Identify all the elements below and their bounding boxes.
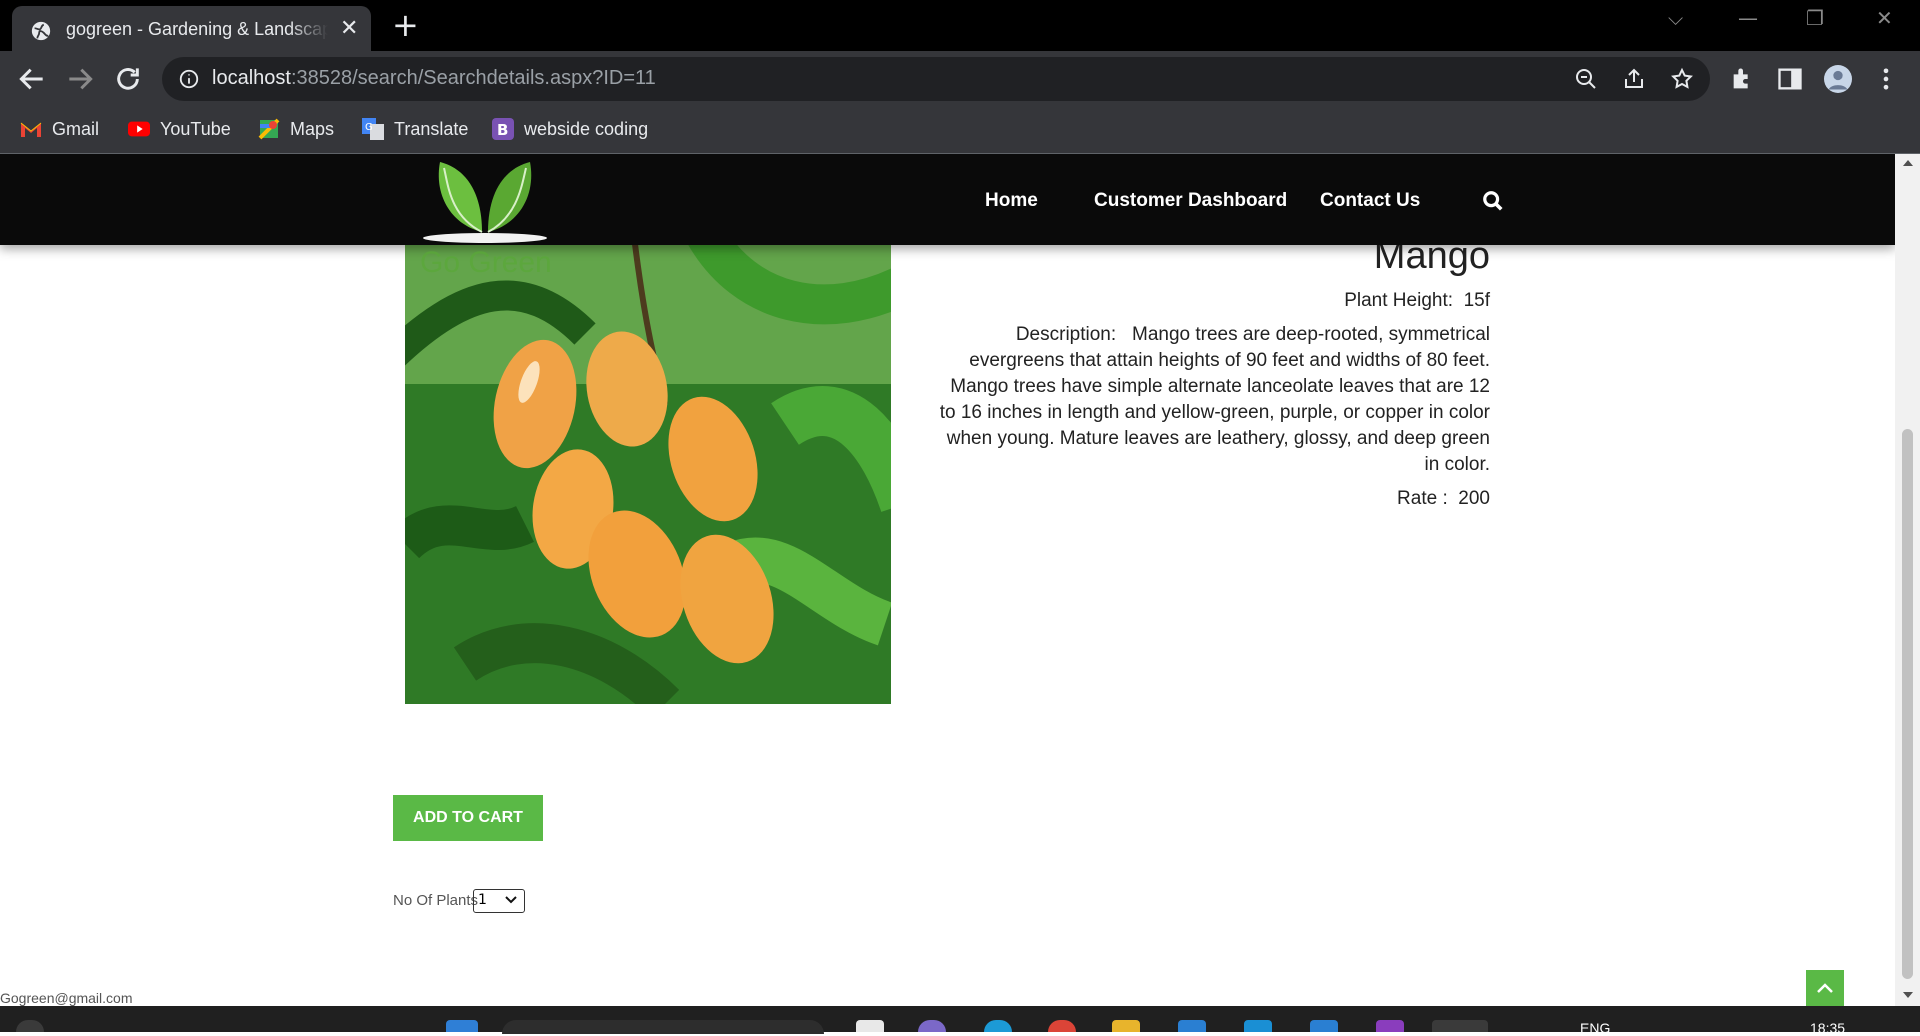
bookmark-webside-coding[interactable]: B webside coding — [492, 115, 648, 143]
url-text[interactable]: localhost:38528/search/Searchdetails.asp… — [212, 67, 656, 90]
svg-text:B: B — [497, 121, 508, 139]
bookmark-gmail[interactable]: Gmail — [20, 115, 99, 143]
site-header: Home Customer Dashboard Contact Us — [0, 154, 1895, 245]
scroll-up-arrow-icon[interactable] — [1902, 158, 1914, 168]
language-indicator[interactable]: ENG — [1580, 1020, 1610, 1036]
url-path: :38528/search/Searchdetails.aspx?ID=11 — [290, 67, 656, 89]
nav-customer-dashboard[interactable]: Customer Dashboard — [1094, 190, 1287, 212]
product-details: Mango Plant Height: 15f Description: Man… — [930, 234, 1490, 520]
back-icon[interactable] — [16, 63, 48, 95]
chrome-icon[interactable] — [1048, 1020, 1076, 1032]
bookmark-youtube[interactable]: YouTube — [128, 115, 231, 143]
gmail-icon — [20, 118, 42, 140]
bookmark-label: YouTube — [160, 118, 231, 139]
visual-studio-icon[interactable] — [1376, 1020, 1404, 1032]
forward-icon[interactable] — [64, 63, 96, 95]
widgets-icon[interactable] — [16, 1020, 44, 1032]
profile-avatar-icon[interactable] — [1824, 65, 1852, 93]
svg-text:G: G — [365, 122, 373, 133]
windows-taskbar: ENG 18:35 — [0, 1006, 1920, 1036]
plant-height-value: 15f — [1463, 290, 1490, 311]
maps-icon — [258, 118, 280, 140]
quantity-value: 1 — [478, 892, 487, 908]
youtube-icon — [128, 118, 150, 140]
bootstrap-icon: B — [492, 118, 514, 140]
bookmark-maps[interactable]: Maps — [258, 115, 334, 143]
new-tab-icon[interactable]: + — [392, 8, 419, 42]
chevron-down-icon — [505, 896, 517, 904]
start-icon[interactable] — [446, 1020, 478, 1032]
minimize-icon[interactable]: — — [1738, 6, 1758, 30]
bookmark-label: Translate — [394, 118, 469, 139]
plant-height-label: Plant Height: — [1344, 290, 1454, 311]
bookmark-star-icon[interactable] — [1670, 67, 1694, 91]
rate-value: 200 — [1458, 488, 1490, 509]
extensions-icon[interactable] — [1729, 65, 1757, 93]
page-viewport: Home Customer Dashboard Contact Us Go Gr… — [0, 154, 1895, 1006]
app-icon[interactable] — [1310, 1020, 1338, 1032]
chevron-up-icon — [1817, 983, 1833, 993]
side-panel-icon[interactable] — [1776, 65, 1804, 93]
search-icon[interactable] — [1482, 190, 1504, 212]
file-icon[interactable] — [856, 1020, 884, 1032]
page-scrollbar[interactable] — [1895, 154, 1920, 1006]
scrollbar-thumb[interactable] — [1902, 429, 1913, 979]
product-image-mango — [405, 244, 891, 704]
zoom-icon[interactable] — [1574, 67, 1598, 91]
plant-height-row: Plant Height: 15f — [930, 288, 1490, 314]
quantity-select[interactable]: 1 — [473, 889, 525, 913]
quantity-label: No Of Plants — [393, 892, 479, 909]
nav-contact-us[interactable]: Contact Us — [1320, 190, 1420, 212]
teams-icon[interactable] — [918, 1020, 946, 1032]
share-icon[interactable] — [1622, 67, 1646, 91]
close-tab-icon[interactable]: ✕ — [340, 17, 358, 41]
active-app-icon[interactable] — [1432, 1020, 1488, 1032]
reload-icon[interactable] — [112, 63, 144, 95]
tab-title: gogreen - Gardening & Landscaping — [66, 19, 328, 39]
file-explorer-icon[interactable] — [1112, 1020, 1140, 1032]
add-to-cart-button[interactable]: ADD TO CART — [393, 795, 543, 841]
bookmarks-bar: Gmail YouTube Maps G Translate B webside… — [0, 107, 1920, 154]
site-info-icon[interactable] — [178, 68, 200, 90]
browser-tab[interactable]: gogreen - Gardening & Landscaping ✕ — [12, 6, 371, 51]
globe-icon — [31, 21, 51, 41]
edge-icon[interactable] — [984, 1020, 1012, 1032]
store-icon[interactable] — [1244, 1020, 1272, 1032]
clock[interactable]: 18:35 — [1810, 1020, 1845, 1036]
tab-search-icon[interactable]: ⌵ — [1668, 6, 1683, 30]
close-window-icon[interactable]: ✕ — [1876, 6, 1893, 30]
bookmark-label: webside coding — [524, 118, 649, 139]
bookmark-label: Maps — [290, 118, 335, 139]
chrome-menu-icon[interactable] — [1872, 65, 1900, 93]
browser-tab-strip: gogreen - Gardening & Landscaping ✕ + ⌵ … — [0, 0, 1920, 51]
translate-icon: G — [362, 118, 384, 140]
rate-label: Rate : — [1397, 488, 1448, 509]
browser-toolbar: localhost:38528/search/Searchdetails.asp… — [0, 51, 1920, 107]
description-row: Description: Mango trees are deep-rooted… — [930, 322, 1490, 478]
address-bar[interactable]: localhost:38528/search/Searchdetails.asp… — [162, 57, 1710, 101]
description-text: Mango trees are deep-rooted, symmetrical… — [939, 324, 1490, 475]
scroll-down-arrow-icon[interactable] — [1902, 990, 1914, 1000]
nav-home[interactable]: Home — [985, 190, 1038, 212]
logo-text: Go Green — [420, 246, 552, 279]
mail-icon[interactable] — [1178, 1020, 1206, 1032]
go-green-logo[interactable] — [420, 154, 550, 244]
restore-icon[interactable]: ❐ — [1806, 6, 1824, 30]
url-host: localhost — [212, 67, 291, 89]
back-to-top-button[interactable] — [1806, 970, 1844, 1006]
footer-email[interactable]: Gogreen@gmail.com — [0, 990, 133, 1006]
description-label: Description: — [1015, 324, 1117, 345]
rate-row: Rate : 200 — [930, 486, 1490, 512]
bookmark-translate[interactable]: G Translate — [362, 115, 468, 143]
bookmark-label: Gmail — [52, 118, 100, 139]
